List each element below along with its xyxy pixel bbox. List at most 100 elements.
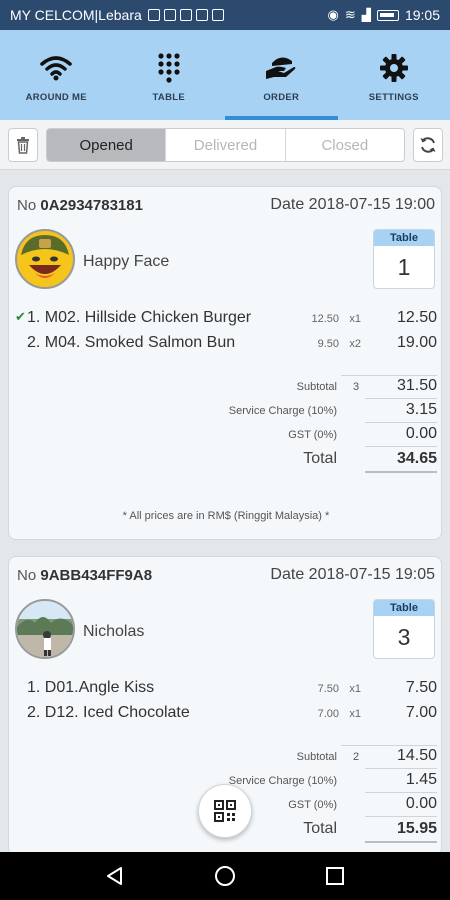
item-amount: 7.50 — [405, 679, 437, 696]
home-button[interactable] — [205, 856, 245, 896]
divider — [341, 375, 437, 376]
order-card[interactable]: No 0A2934783181 Date 2018-07-15 19:00 Ha… — [8, 186, 442, 540]
check-icon: ✔ — [15, 309, 26, 324]
item-quantity: x2 — [349, 338, 361, 350]
divider — [365, 816, 437, 817]
refresh-button[interactable] — [413, 128, 443, 162]
order-number: No 9ABB434FF9A8 — [17, 567, 153, 584]
tab-label: AROUND ME — [25, 91, 87, 103]
system-nav-bar — [0, 852, 450, 900]
item-name: 1. D01.Angle Kiss — [27, 679, 155, 696]
item-unit-price: 12.50 — [311, 313, 339, 325]
table-badge-label: Table — [374, 230, 434, 246]
gst-label: GST (0%) — [288, 799, 337, 811]
filter-delivered[interactable]: Delivered — [166, 129, 286, 161]
item-amount: 12.50 — [396, 309, 437, 326]
currency-note: * All prices are in RM$ (Ringgit Malaysi… — [122, 510, 330, 522]
subtotal-amount: 31.50 — [396, 377, 437, 394]
table-badge: Table 1 — [373, 229, 435, 289]
order-number: No 0A2934783181 — [17, 197, 143, 214]
order-item: ✔ 1. M02. Hillside Chicken Burger 12.50 … — [9, 309, 443, 331]
clock: 19:05 — [404, 7, 440, 23]
status-right: ◉ ≋ ▟ 19:05 — [327, 7, 440, 23]
subtotal-amount: 14.50 — [396, 747, 437, 764]
divider — [365, 841, 437, 843]
back-button[interactable] — [95, 856, 135, 896]
sim-icon — [147, 9, 160, 21]
status-bar: MY CELCOM|Lebara ◉ ≋ ▟ 19:05 — [0, 0, 450, 30]
service-charge-row: Service Charge (10%) 3.15 — [9, 401, 443, 425]
avatar — [15, 599, 75, 659]
item-count: 3 — [353, 381, 360, 393]
table-number: 1 — [397, 254, 411, 280]
wifi-status-icon: ≋ — [344, 7, 356, 22]
tab-settings[interactable]: SETTINGS — [338, 30, 450, 120]
scan-qr-button[interactable] — [198, 784, 252, 838]
service-charge-label: Service Charge (10%) — [228, 405, 337, 417]
tab-table[interactable]: TABLE — [113, 30, 226, 120]
gst-amount: 0.00 — [405, 795, 437, 812]
delete-button[interactable] — [8, 128, 38, 162]
order-item: 2. D12. Iced Chocolate 7.00 x1 7.00 — [9, 704, 443, 726]
status-filter: Opened Delivered Closed — [46, 128, 405, 162]
item-unit-price: 7.00 — [317, 708, 339, 720]
divider — [365, 446, 437, 447]
service-charge-label: Service Charge (10%) — [228, 775, 337, 787]
trash-icon — [17, 137, 29, 154]
order-item: 2. M04. Smoked Salmon Bun 9.50 x2 19.00 — [9, 334, 443, 356]
battery-icon — [376, 9, 399, 21]
item-quantity: x1 — [349, 313, 361, 325]
divider — [365, 792, 437, 793]
home-circle-icon — [215, 866, 235, 886]
filter-bar: Opened Delivered Closed — [0, 120, 450, 170]
total-amount: 15.95 — [396, 820, 437, 837]
service-charge-amount: 1.45 — [405, 771, 437, 788]
subtotal-label: Subtotal — [296, 381, 337, 393]
download-done-icon — [211, 9, 224, 21]
item-amount: 7.00 — [405, 704, 437, 721]
eye-icon: ◉ — [327, 7, 339, 22]
subtotal-row: Subtotal 2 14.50 — [9, 745, 443, 771]
total-row: Total 34.65 — [9, 450, 443, 474]
tab-order[interactable]: ORDER — [225, 30, 338, 120]
top-nav: AROUND ME TABLE ORDER SETTINGS — [0, 30, 450, 120]
recents-button[interactable] — [315, 856, 355, 896]
wifi-icon — [40, 48, 72, 88]
gst-amount: 0.00 — [405, 425, 437, 442]
facebook-icon — [163, 9, 176, 21]
divider — [365, 768, 437, 769]
qr-code-icon — [214, 800, 236, 822]
customer-name: Happy Face — [83, 253, 170, 270]
happy-face-avatar-image — [19, 235, 71, 287]
item-name: 2. M04. Smoked Salmon Bun — [27, 334, 236, 351]
service-charge-amount: 3.15 — [405, 401, 437, 418]
filter-closed[interactable]: Closed — [286, 129, 404, 161]
flag-icon — [195, 9, 208, 21]
tab-label: ORDER — [263, 91, 300, 103]
signal-icon: ▟ — [361, 8, 371, 22]
divider — [365, 398, 437, 399]
customer-name: Nicholas — [83, 623, 145, 640]
notification-icons — [147, 9, 224, 21]
order-date: Date 2018-07-15 19:00 — [270, 196, 435, 213]
gst-row: GST (0%) 0.00 — [9, 425, 443, 449]
avatar — [15, 229, 75, 289]
item-name: 1. M02. Hillside Chicken Burger — [27, 309, 252, 326]
divider — [341, 745, 437, 746]
filter-opened[interactable]: Opened — [47, 129, 167, 161]
subtotal-row: Subtotal 3 31.50 — [9, 375, 443, 401]
item-name: 2. D12. Iced Chocolate — [27, 704, 190, 721]
tab-around-me[interactable]: AROUND ME — [0, 30, 113, 120]
divider — [365, 422, 437, 423]
item-unit-price: 7.50 — [317, 683, 339, 695]
total-label: Total — [303, 820, 337, 837]
keypad-icon — [157, 48, 181, 88]
recents-square-icon — [326, 867, 344, 885]
table-badge-label: Table — [374, 600, 434, 616]
tab-label: SETTINGS — [368, 91, 419, 103]
item-quantity: x1 — [349, 683, 361, 695]
item-amount: 19.00 — [396, 334, 437, 351]
refresh-icon — [420, 137, 436, 153]
total-amount: 34.65 — [396, 450, 437, 467]
table-number: 3 — [397, 624, 411, 650]
